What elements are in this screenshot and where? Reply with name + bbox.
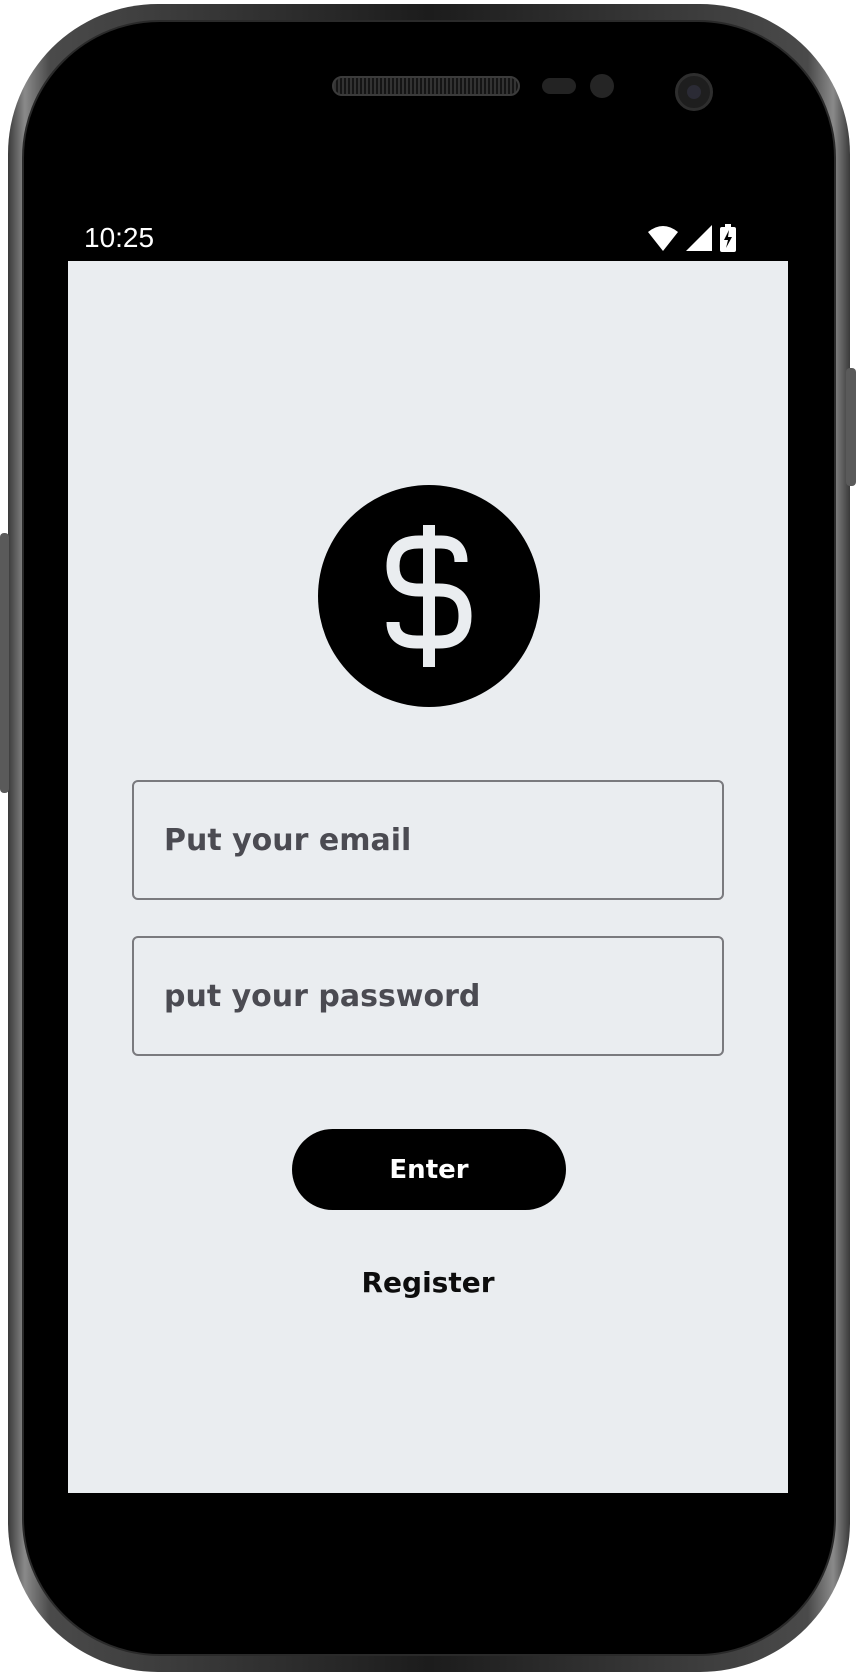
proximity-sensor (542, 78, 576, 94)
signal-icon (686, 225, 712, 251)
status-time: 10:25 (84, 222, 155, 253)
password-field[interactable] (132, 936, 724, 1056)
email-field[interactable] (132, 780, 724, 900)
dollar-icon (386, 525, 472, 667)
app-screen: 10:25 Enter Register (68, 212, 788, 1493)
power-button (846, 368, 856, 486)
light-sensor (590, 74, 614, 98)
earpiece-speaker (332, 76, 520, 96)
enter-button[interactable]: Enter (292, 1129, 566, 1210)
front-camera (675, 73, 713, 111)
app-logo (318, 485, 540, 707)
battery-charging-icon (720, 224, 736, 252)
wifi-icon (648, 226, 678, 251)
status-icons (648, 224, 736, 252)
register-link[interactable]: Register (278, 1266, 578, 1299)
volume-button (0, 533, 9, 793)
status-bar: 10:25 (68, 212, 788, 261)
